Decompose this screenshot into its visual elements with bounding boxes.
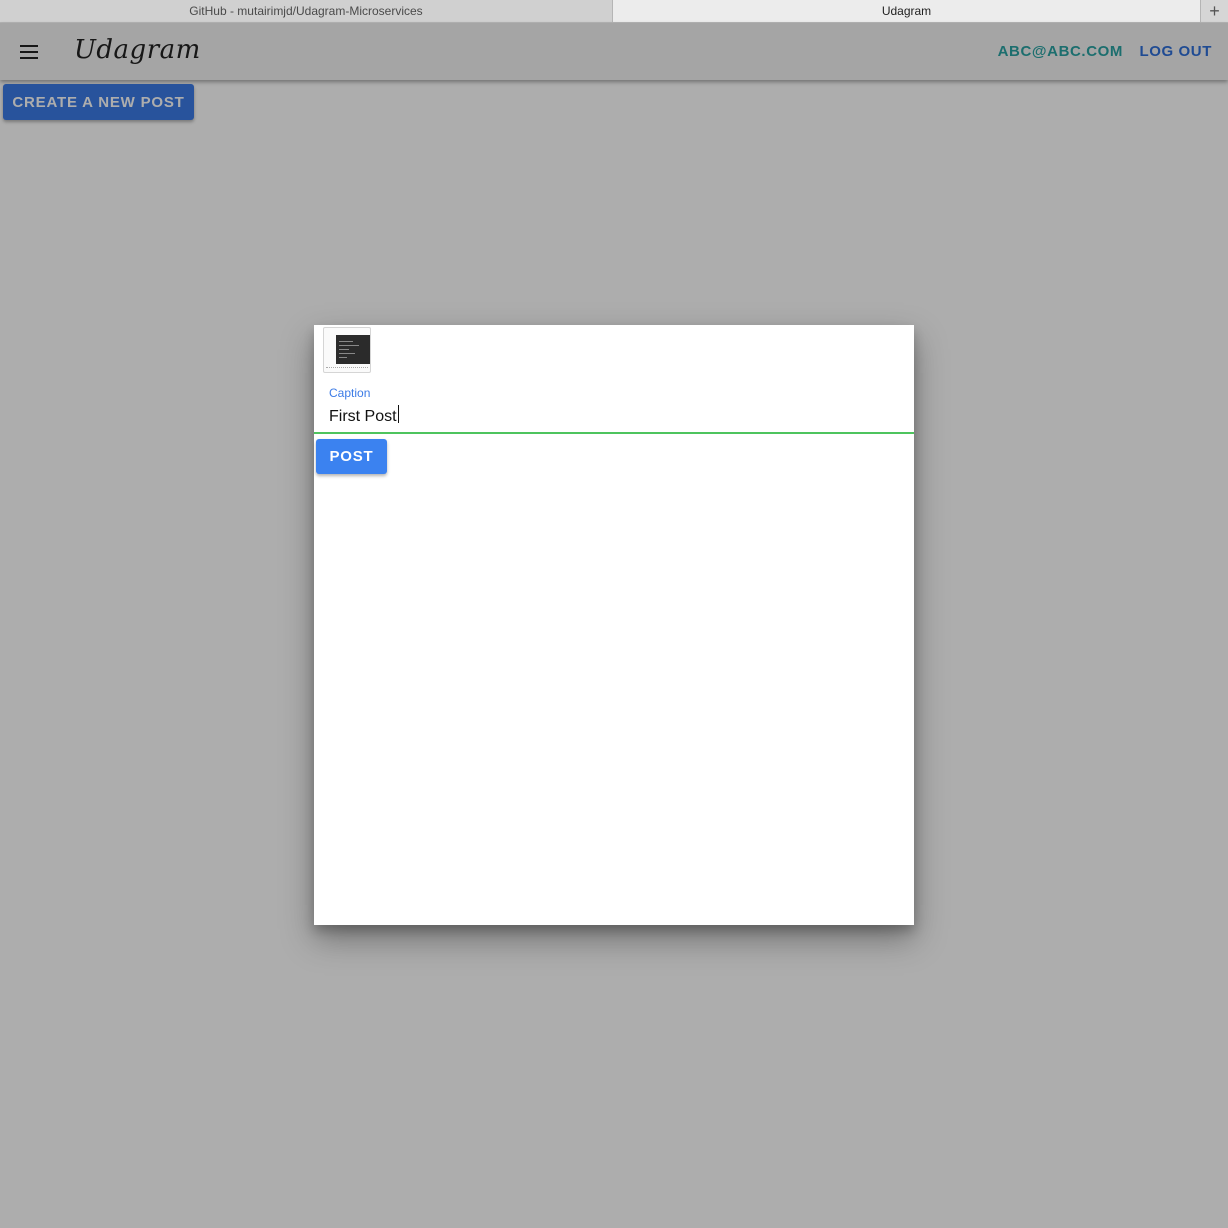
image-preview-content — [336, 335, 370, 364]
browser-tab-github[interactable]: GitHub - mutairimjd/Udagram-Microservice… — [0, 0, 613, 22]
image-preview-footer — [326, 367, 368, 369]
browser-tab-strip: GitHub - mutairimjd/Udagram-Microservice… — [0, 0, 1228, 23]
caption-label: Caption — [329, 386, 371, 400]
post-button[interactable]: POST — [316, 439, 387, 474]
new-tab-button[interactable]: + — [1201, 0, 1228, 22]
browser-tab-label: Udagram — [881, 4, 932, 18]
image-preview-thumbnail[interactable] — [323, 327, 371, 373]
plus-icon: + — [1209, 0, 1220, 21]
browser-tab-label: GitHub - mutairimjd/Udagram-Microservice… — [189, 4, 423, 18]
browser-tab-udagram[interactable]: Udagram — [613, 0, 1201, 22]
text-caret — [398, 405, 399, 423]
caption-input[interactable] — [314, 401, 914, 434]
new-post-modal: Caption POST — [314, 325, 914, 925]
